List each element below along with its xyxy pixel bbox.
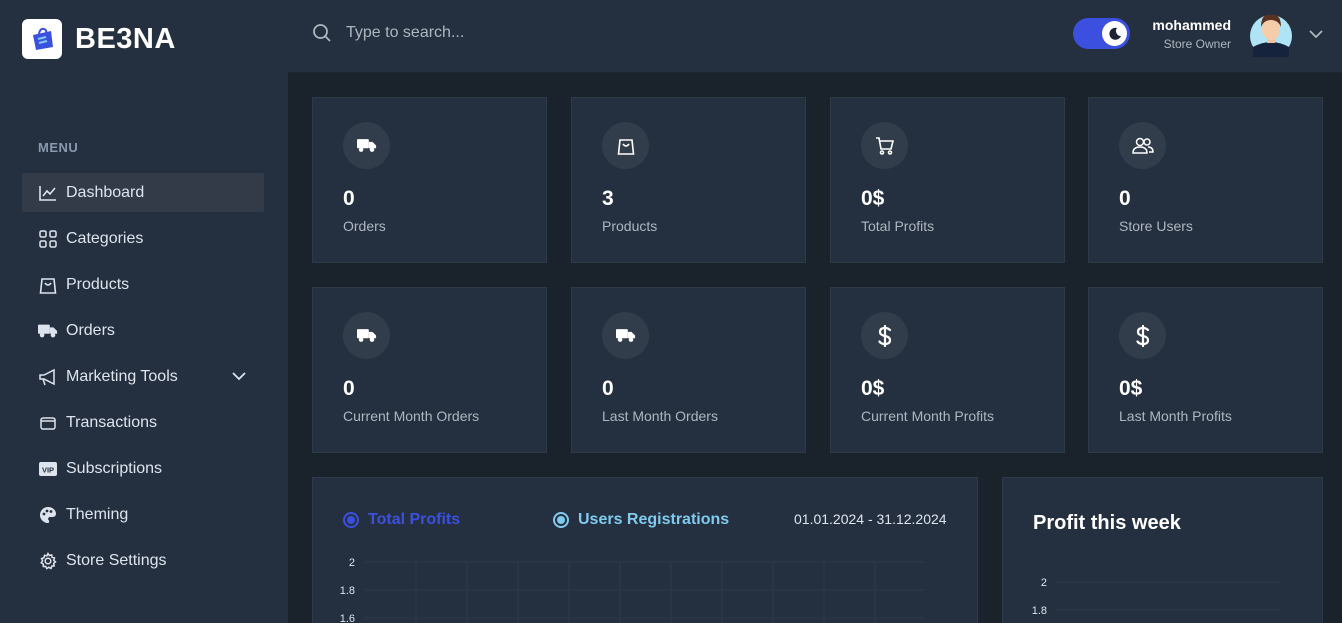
stat-card-orders: 0 Orders bbox=[312, 97, 547, 263]
cart-icon bbox=[861, 122, 908, 169]
stat-card-store-users: 0 Store Users bbox=[1088, 97, 1323, 263]
stat-card-products: 3 Products bbox=[571, 97, 806, 263]
legend-label: Total Profits bbox=[368, 511, 461, 528]
dark-mode-toggle[interactable] bbox=[1073, 18, 1130, 49]
stat-card-total-profits: 0$ Total Profits bbox=[830, 97, 1065, 263]
grid-icon bbox=[38, 229, 58, 249]
sidebar-item-store-settings[interactable]: Store Settings bbox=[22, 541, 264, 580]
menu-title: MENU bbox=[38, 140, 79, 155]
sidebar-item-label: Orders bbox=[66, 321, 115, 339]
palette-icon bbox=[38, 505, 58, 525]
legend-users-registrations[interactable]: Users Registrations bbox=[553, 511, 729, 529]
y-tick-label: 2 bbox=[1041, 577, 1047, 589]
search-input[interactable] bbox=[346, 20, 646, 46]
stat-value: 3 bbox=[602, 187, 614, 210]
user-name[interactable]: mohammed bbox=[1152, 17, 1231, 33]
stat-value: 0$ bbox=[861, 377, 885, 400]
stat-value: 0$ bbox=[861, 187, 885, 210]
stat-label: Last Month Profits bbox=[1119, 408, 1232, 424]
stat-label: Store Users bbox=[1119, 218, 1193, 234]
legend-label: Users Registrations bbox=[578, 511, 730, 528]
brand-name: BE3NA bbox=[75, 22, 176, 55]
y-tick-label: 2 bbox=[349, 557, 355, 569]
stat-label: Last Month Orders bbox=[602, 408, 718, 424]
sidebar-item-label: Marketing Tools bbox=[66, 367, 178, 385]
stat-label: Total Profits bbox=[861, 218, 935, 234]
wallet-icon bbox=[38, 413, 58, 433]
y-tick-label: 1.6 bbox=[340, 613, 355, 623]
vip-icon: VIP bbox=[38, 459, 58, 479]
profits-registrations-chart: Total Profits Users Registrations 01.01.… bbox=[312, 477, 978, 623]
sidebar-item-label: Subscriptions bbox=[66, 459, 163, 477]
truck-icon bbox=[343, 122, 390, 169]
legend-total-profits[interactable]: Total Profits bbox=[343, 511, 460, 529]
top-header: mohammed Store Owner bbox=[288, 0, 1342, 73]
chevron-down-icon[interactable] bbox=[232, 368, 246, 386]
shopping-bag-icon bbox=[602, 122, 649, 169]
shopping-bag-logo-icon bbox=[22, 19, 62, 59]
sidebar-item-label: Dashboard bbox=[66, 183, 145, 201]
sidebar-item-label: Store Settings bbox=[66, 551, 167, 569]
users-icon bbox=[1119, 122, 1166, 169]
sidebar-item-dashboard[interactable]: Dashboard bbox=[22, 173, 264, 212]
legend-dot-icon bbox=[343, 512, 359, 528]
stat-value: 0$ bbox=[1119, 377, 1143, 400]
sidebar-item-theming[interactable]: Theming bbox=[22, 495, 264, 534]
chart-line-icon bbox=[38, 183, 58, 203]
sidebar-item-subscriptions[interactable]: VIP Subscriptions bbox=[22, 449, 264, 488]
dollar-icon bbox=[1119, 312, 1166, 359]
brand[interactable]: BE3NA bbox=[22, 19, 176, 59]
sidebar-item-label: Theming bbox=[66, 505, 129, 523]
profit-this-week-chart: Profit this week 2 1.8 bbox=[1002, 477, 1323, 623]
stat-card-current-month-profits: 0$ Current Month Profits bbox=[830, 287, 1065, 453]
stat-value: 0 bbox=[343, 187, 355, 210]
dollar-icon bbox=[861, 312, 908, 359]
sidebar-item-categories[interactable]: Categories bbox=[22, 219, 264, 258]
sidebar-item-label: Categories bbox=[66, 229, 144, 247]
stat-label: Current Month Profits bbox=[861, 408, 995, 424]
sidebar-item-products[interactable]: Products bbox=[22, 265, 264, 304]
stat-card-current-month-orders: 0 Current Month Orders bbox=[312, 287, 547, 453]
moon-icon bbox=[1102, 21, 1127, 46]
user-role: Store Owner bbox=[1163, 37, 1231, 51]
stat-value: 0 bbox=[1119, 187, 1131, 210]
sidebar-item-marketing-tools[interactable]: Marketing Tools bbox=[22, 357, 264, 396]
gear-icon bbox=[38, 551, 58, 571]
chart-title: Profit this week bbox=[1033, 512, 1181, 534]
avatar[interactable] bbox=[1250, 9, 1292, 57]
stat-card-last-month-profits: 0$ Last Month Profits bbox=[1088, 287, 1323, 453]
stat-label: Products bbox=[602, 218, 658, 234]
shopping-bag-icon bbox=[38, 275, 58, 295]
stat-value: 0 bbox=[602, 377, 614, 400]
stat-label: Orders bbox=[343, 218, 386, 234]
chevron-down-icon[interactable] bbox=[1309, 26, 1323, 44]
truck-icon bbox=[343, 312, 390, 359]
y-tick-label: 1.8 bbox=[340, 585, 355, 597]
stat-value: 0 bbox=[343, 377, 355, 400]
area-chart-plot: 2 1.8 1.6 bbox=[340, 557, 925, 623]
sidebar: BE3NA MENU Dashboard Categories Products… bbox=[0, 0, 288, 623]
date-range: 01.01.2024 - 31.12.2024 bbox=[794, 511, 947, 527]
stat-card-last-month-orders: 0 Last Month Orders bbox=[571, 287, 806, 453]
sidebar-item-label: Products bbox=[66, 275, 130, 293]
legend-dot-icon bbox=[553, 512, 569, 528]
megaphone-icon bbox=[38, 367, 58, 387]
sidebar-item-orders[interactable]: Orders bbox=[22, 311, 264, 350]
y-tick-label: 1.8 bbox=[1032, 605, 1047, 617]
sidebar-item-label: Transactions bbox=[66, 413, 157, 431]
bar-chart-plot: 2 1.8 bbox=[1032, 577, 1281, 617]
sidebar-item-transactions[interactable]: Transactions bbox=[22, 403, 264, 442]
svg-text:VIP: VIP bbox=[42, 465, 54, 474]
sidebar-nav: Dashboard Categories Products Orders Mar… bbox=[22, 173, 264, 587]
search-icon[interactable] bbox=[312, 23, 332, 48]
truck-icon bbox=[38, 321, 58, 341]
truck-icon bbox=[602, 312, 649, 359]
stat-label: Current Month Orders bbox=[343, 408, 480, 424]
